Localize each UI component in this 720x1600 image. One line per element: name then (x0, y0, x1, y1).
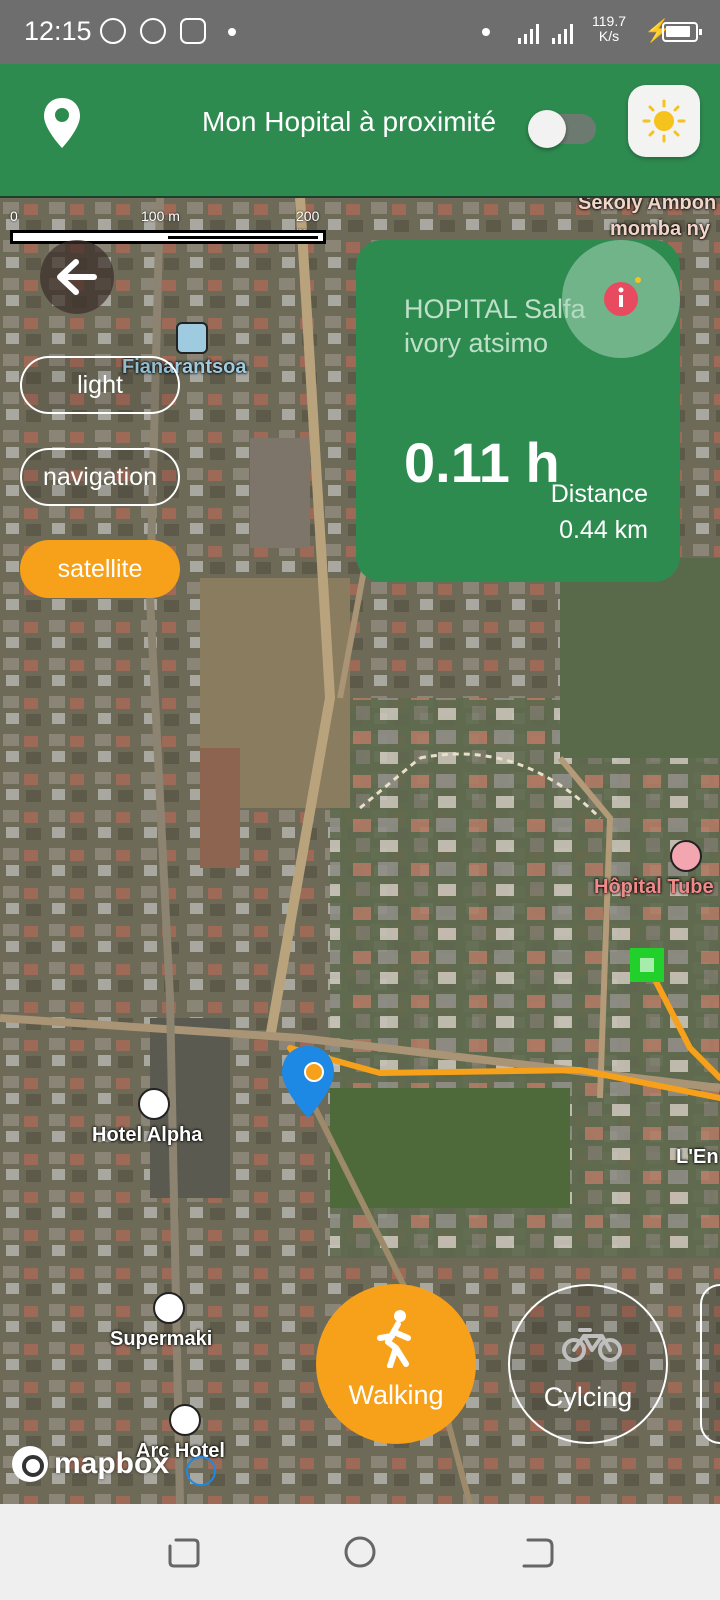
status-time: 12:15 (24, 16, 92, 46)
attribution-info-icon[interactable] (186, 1456, 216, 1486)
back-nav-button[interactable] (518, 1532, 558, 1572)
toggle-knob (528, 110, 566, 148)
distance-label: Distance (550, 480, 648, 508)
home-button[interactable] (340, 1532, 380, 1572)
instagram-icon (180, 18, 206, 44)
info-button[interactable] (562, 240, 680, 358)
bicycle-icon (562, 1328, 622, 1362)
network-speed-unit: K/s (598, 28, 620, 44)
style-button-navigation[interactable]: navigation (20, 448, 180, 506)
info-icon (604, 277, 641, 316)
mode-next-button[interactable] (700, 1284, 720, 1444)
signal-icon (552, 20, 573, 44)
page-title: Mon Hopital à proximité (202, 106, 497, 137)
messenger-icon (100, 18, 126, 44)
style-button-satellite[interactable]: satellite (20, 540, 180, 598)
mode-walking-label: Walking (348, 1380, 444, 1410)
hotel-icon (169, 1404, 201, 1436)
mode-cycling-button[interactable]: Cylcing (508, 1284, 668, 1444)
network-speed: 119.7 K/s (592, 14, 626, 44)
theme-button[interactable] (628, 85, 700, 157)
system-nav-bar (0, 1504, 720, 1600)
battery-icon (662, 22, 702, 42)
recent-apps-button[interactable] (164, 1532, 204, 1572)
arrow-left-icon (57, 259, 97, 295)
map-view[interactable]: 0 100 m 200 m Sekoly Ambon momba ny Fian… (0, 198, 720, 1504)
poi-label-hospital: Hôpital Tube (594, 876, 714, 898)
mapbox-mark-icon (12, 1446, 48, 1482)
hospital-icon (670, 840, 702, 872)
notification-dot (228, 28, 236, 36)
mode-walking-button[interactable]: Walking (316, 1284, 476, 1444)
poi-label-momba: momba ny (610, 218, 711, 240)
sun-icon (642, 99, 686, 143)
style-button-light[interactable]: light (20, 356, 180, 414)
train-station-icon (176, 322, 208, 354)
location-pin-icon (44, 98, 80, 148)
nearby-toggle[interactable] (528, 110, 596, 148)
supermarket-icon (153, 1292, 185, 1324)
travel-duration: 0.11 h (404, 431, 560, 494)
app-header: Mon Hopital à proximité (0, 64, 720, 198)
facebook-icon (140, 18, 166, 44)
mapbox-logo: mapbox (12, 1446, 169, 1482)
scale-mid: 100 m (141, 208, 180, 224)
status-dot (482, 28, 490, 36)
scale-zero: 0 (10, 208, 18, 224)
poi-label-hotel-alpha: Hotel Alpha (92, 1124, 203, 1146)
signal-icon (518, 20, 539, 44)
status-bar: 12:15 119.7 K/s ⚡ (0, 0, 720, 64)
walking-icon (377, 1310, 411, 1368)
hospital-info-card: HOPITAL Salfa ivory atsimo 0.11 h Distan… (356, 240, 680, 582)
mode-cycling-label: Cylcing (543, 1382, 633, 1412)
network-speed-value: 119.7 (592, 13, 626, 29)
mapbox-wordmark: mapbox (54, 1447, 170, 1480)
back-button[interactable] (40, 240, 114, 314)
poi-label-lem: L'En (676, 1146, 719, 1168)
distance-value: 0.44 km (559, 516, 648, 544)
poi-label-supermaki: Supermaki (110, 1328, 213, 1350)
poi-label-sekoly: Sekoly Ambon (578, 198, 717, 214)
hotel-icon (138, 1088, 170, 1120)
